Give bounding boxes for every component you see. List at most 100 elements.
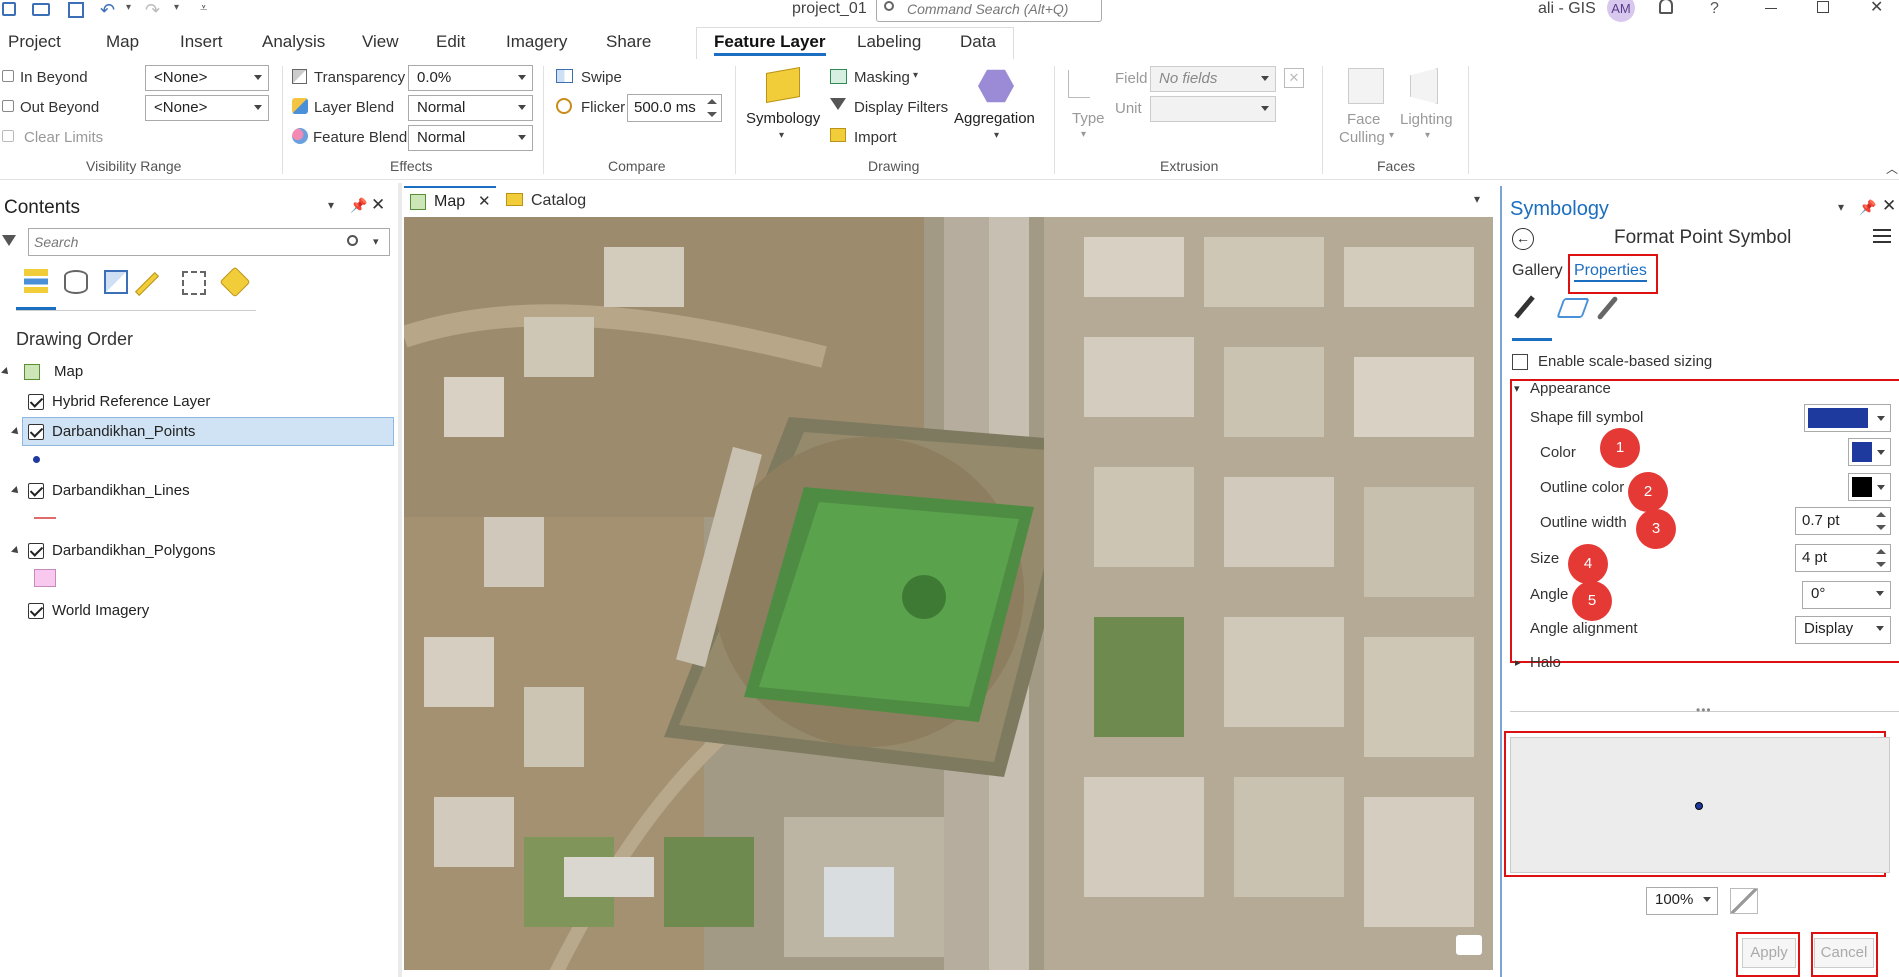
outline-color-picker[interactable] [1848,473,1891,501]
close-icon[interactable]: ✕ [1882,196,1896,216]
appearance-heading[interactable]: Appearance [1530,380,1611,397]
wrench-icon[interactable] [1596,295,1619,321]
layer-visibility-checkbox[interactable] [28,424,44,440]
command-search[interactable]: Command Search (Alt+Q) [876,0,1102,22]
menu-insert[interactable]: Insert [180,32,223,52]
transparency-input[interactable]: 0.0% [408,65,533,91]
map-tab[interactable]: Map ✕ [404,186,496,216]
redo-dropdown-icon[interactable]: ▾ [174,2,179,13]
tab-data[interactable]: Data [960,32,996,52]
close-tab-icon[interactable]: ✕ [478,192,491,210]
extrusion-field-dropdown[interactable]: No fields [1150,66,1276,92]
symbology-button[interactable]: Symbology ▾ [744,64,824,154]
menu-share[interactable]: Share [606,32,651,52]
layer-visibility-checkbox[interactable] [28,483,44,499]
list-by-selection-icon[interactable] [104,270,128,294]
expand-icon[interactable] [11,427,21,437]
out-beyond-dropdown[interactable]: <None> [145,95,269,121]
search-icon[interactable] [347,235,358,246]
chevron-down-icon[interactable]: ▾ [913,70,918,81]
contents-search-input[interactable]: Search ▾ [28,228,390,256]
list-by-editing-icon[interactable] [134,271,160,297]
spin-down-icon[interactable] [1876,562,1886,567]
list-by-labeling-icon[interactable] [219,266,251,298]
close-icon[interactable]: ✕ [371,195,385,215]
spin-down-icon[interactable] [707,112,717,117]
extrusion-unit-dropdown[interactable] [1150,96,1276,122]
open-icon[interactable] [32,3,50,16]
help-icon[interactable]: ? [1710,0,1719,18]
menu-view[interactable]: View [362,32,399,52]
size-input[interactable]: 4 pt [1795,544,1891,572]
expand-icon[interactable] [11,486,21,496]
tree-item-world-imagery[interactable]: World Imagery [52,602,149,619]
minimize-icon[interactable] [1765,8,1777,9]
avatar[interactable]: AM [1607,0,1635,22]
shape-fill-dropdown[interactable] [1804,404,1891,432]
display-filters-button[interactable]: Display Filters [854,99,948,116]
user-name[interactable]: ali - GIS [1538,0,1596,18]
expand-icon[interactable] [11,546,21,556]
in-beyond-dropdown[interactable]: <None> [145,65,269,91]
tree-item-map[interactable]: Map [54,363,83,380]
restore-icon[interactable] [1817,1,1829,13]
expand-icon[interactable]: ▸ [1515,656,1521,669]
bell-icon[interactable] [1659,0,1673,14]
angle-input[interactable]: 0° [1802,581,1891,609]
list-by-snapping-icon[interactable] [182,271,206,295]
spin-up-icon[interactable] [707,99,717,104]
chevron-down-icon[interactable]: ▾ [373,235,379,248]
aggregation-button[interactable]: Aggregation ▾ [952,64,1044,154]
flicker-input[interactable]: 500.0 ms [627,94,722,122]
layer-visibility-checkbox[interactable] [28,543,44,559]
feature-blend-dropdown[interactable]: Normal [408,125,533,151]
pane-options-icon[interactable]: ▾ [1838,200,1844,214]
map-view[interactable] [404,217,1493,970]
customize-toolbar-icon[interactable]: ⩡ [200,0,207,16]
menu-analysis[interactable]: Analysis [262,32,325,52]
tree-item-darbandikhan-lines[interactable]: Darbandikhan_Lines [52,482,190,499]
pin-icon[interactable]: 📌 [350,197,367,214]
pane-options-icon[interactable]: ▾ [328,198,334,212]
list-by-drawing-order-icon[interactable] [24,269,48,293]
clear-limits-button[interactable]: Clear Limits [24,129,103,146]
menu-project[interactable]: Project [8,32,61,52]
masking-icon[interactable] [830,69,847,84]
layer-visibility-checkbox[interactable] [28,394,44,410]
filter-icon[interactable] [2,235,16,246]
cancel-button[interactable]: Cancel [1814,938,1874,968]
tab-properties[interactable]: Properties [1574,262,1647,282]
preview-zoom-dropdown[interactable]: 100% [1646,887,1718,915]
tab-gallery[interactable]: Gallery [1512,262,1563,280]
splitter-grip-icon[interactable]: ••• [1696,703,1712,717]
tree-item-darbandikhan-points[interactable]: Darbandikhan_Points [52,423,195,440]
list-by-data-source-icon[interactable] [64,270,88,294]
spin-up-icon[interactable] [1876,549,1886,554]
outline-width-input[interactable]: 0.7 pt [1795,507,1891,535]
collapse-icon[interactable]: ▾ [1514,382,1520,395]
swipe-button[interactable]: Swipe [581,69,622,86]
clear-field-icon[interactable]: ✕ [1284,68,1304,88]
spin-up-icon[interactable] [1876,512,1886,517]
close-window-icon[interactable]: ✕ [1870,0,1883,17]
pin-icon[interactable]: 📌 [1859,199,1876,216]
layer-visibility-checkbox[interactable] [28,603,44,619]
line-symbol-swatch[interactable] [34,517,56,519]
undo-dropdown-icon[interactable]: ▾ [126,2,131,13]
point-symbol-swatch[interactable] [33,456,40,463]
preview-background-icon[interactable] [1730,888,1758,914]
tree-item-darbandikhan-polygons[interactable]: Darbandikhan_Polygons [52,542,215,559]
angle-alignment-dropdown[interactable]: Display [1795,616,1891,644]
tabs-overflow-icon[interactable]: ▾ [1474,192,1480,206]
tab-feature-layer[interactable]: Feature Layer [714,32,826,56]
import-button[interactable]: Import [854,129,897,146]
redo-icon[interactable]: ↷ [145,0,160,21]
polygon-symbol-swatch[interactable] [34,569,56,587]
masking-button[interactable]: Masking [854,69,910,86]
tree-item-hybrid-reference-layer[interactable]: Hybrid Reference Layer [52,393,210,410]
color-picker[interactable] [1848,438,1891,466]
catalog-tab[interactable]: Catalog [500,188,600,216]
collapse-ribbon-icon[interactable]: ︿ [1886,160,1898,177]
notifications-icon[interactable] [1456,935,1482,955]
apply-button[interactable]: Apply [1742,938,1796,968]
